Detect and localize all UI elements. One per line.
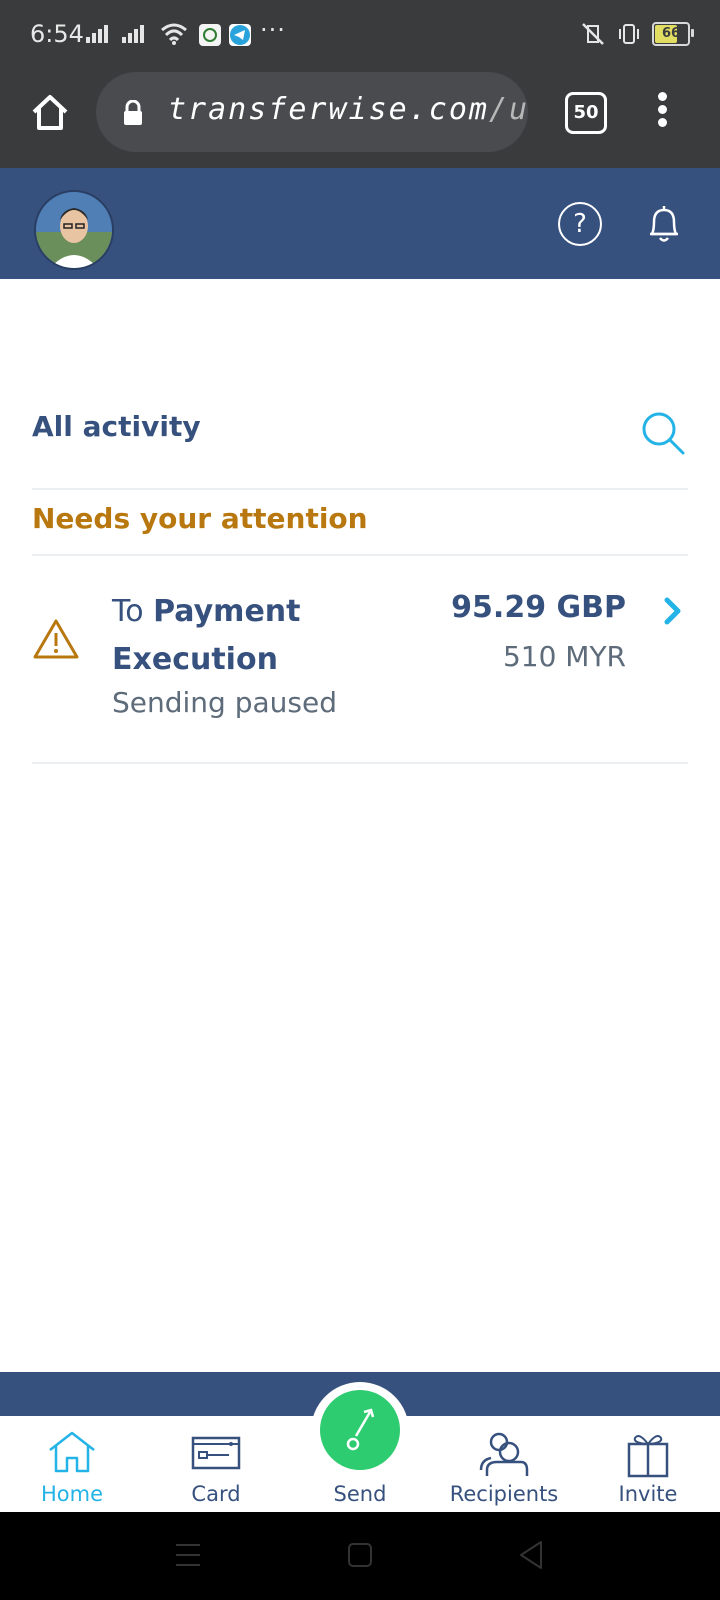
status-right-cluster: 66 — [580, 22, 694, 46]
help-button[interactable]: ? — [558, 202, 602, 246]
nav-card[interactable]: Card — [144, 1416, 288, 1512]
gift-icon — [627, 1435, 669, 1478]
nav-invite[interactable]: Invite — [576, 1416, 720, 1512]
activity-item-prefix: To — [112, 594, 154, 629]
app-notification-icon — [199, 24, 221, 46]
home-icon — [49, 1431, 95, 1473]
needs-attention-label: Needs your attention — [32, 502, 368, 535]
tab-switcher-button[interactable]: 50 — [565, 92, 607, 134]
url-text[interactable]: transferwise.com/user/c — [168, 92, 528, 127]
recipients-icon — [479, 1432, 529, 1476]
avatar[interactable] — [34, 190, 114, 270]
activity-item-source-amount: 510 MYR — [502, 640, 626, 673]
nav-home[interactable]: Home — [0, 1416, 144, 1512]
home-square-icon[interactable] — [348, 1542, 372, 1568]
wifi-icon — [161, 23, 187, 45]
nav-send-label: Send — [333, 1482, 387, 1506]
chevron-right-icon[interactable] — [662, 596, 684, 626]
send-button[interactable] — [320, 1390, 400, 1470]
browser-menu-icon[interactable] — [652, 92, 672, 132]
nav-recipients[interactable]: Recipients — [432, 1416, 576, 1512]
activity-item-status: Sending paused — [112, 686, 337, 719]
send-arrow-icon — [346, 1408, 375, 1451]
telegram-icon — [229, 24, 251, 46]
battery-icon: 66 — [652, 22, 694, 46]
search-icon[interactable] — [640, 410, 686, 456]
status-time: 6:54 — [30, 20, 84, 48]
notifications-bell-icon[interactable] — [646, 200, 682, 246]
divider — [32, 762, 688, 764]
signal-icon — [122, 24, 146, 43]
browser-home-icon[interactable] — [28, 90, 72, 134]
url-host: transferwise.com — [168, 92, 489, 127]
nav-recipients-label: Recipients — [449, 1482, 559, 1506]
recents-menu-icon[interactable] — [176, 1542, 200, 1568]
vibrate-mute-icon — [582, 23, 604, 45]
nav-home-label: Home — [40, 1482, 103, 1506]
app-header: ? — [0, 168, 720, 279]
back-triangle-icon[interactable] — [518, 1540, 544, 1570]
nav-card-label: Card — [191, 1482, 241, 1506]
divider — [32, 488, 688, 490]
status-bar: 6:54 ··· 66 — [0, 0, 720, 70]
activity-item-amount: 95.29 GBP — [451, 590, 626, 625]
all-activity-heading: All activity — [32, 410, 201, 443]
lock-icon — [124, 100, 142, 125]
activity-item[interactable]: To Payment Execution Sending paused 95.2… — [0, 556, 720, 764]
browser-toolbar: transferwise.com/user/c 50 — [0, 70, 720, 168]
url-path: /user/c — [488, 92, 528, 127]
activity-item-title: To Payment Execution — [112, 588, 392, 684]
signal-icon — [86, 24, 110, 43]
vibrate-icon — [619, 24, 639, 44]
warning-icon — [33, 619, 79, 659]
more-notifications-icon: ··· — [260, 16, 286, 44]
card-icon — [191, 1436, 241, 1470]
system-nav-bar — [0, 1512, 720, 1600]
nav-invite-label: Invite — [618, 1482, 678, 1506]
url-bar[interactable]: transferwise.com/user/c — [96, 72, 528, 152]
